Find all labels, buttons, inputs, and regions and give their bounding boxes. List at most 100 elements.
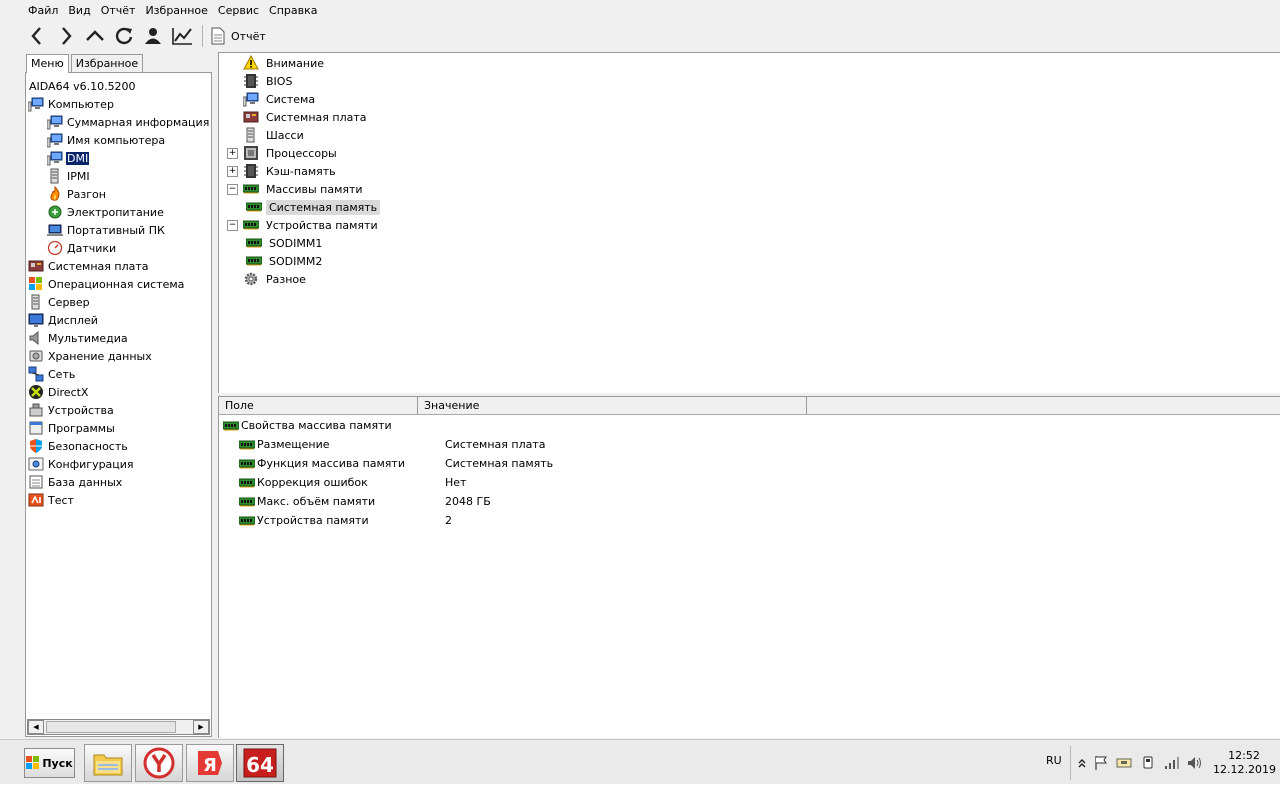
- scroll-right-button[interactable]: ▶: [193, 720, 209, 734]
- dmi-tree-item[interactable]: + Процессоры: [227, 144, 381, 162]
- expand-icon[interactable]: +: [227, 147, 238, 159]
- dmi-tree-item[interactable]: Системная плата: [227, 108, 381, 126]
- motherboard-icon: [28, 258, 44, 274]
- taskbar-yandex[interactable]: Я: [186, 744, 234, 782]
- tab-favorites[interactable]: Избранное: [70, 54, 144, 73]
- dmi-tree-item[interactable]: Разное: [227, 270, 381, 288]
- dmi-tree-item[interactable]: Система: [227, 90, 381, 108]
- menu-file[interactable]: Файл: [22, 0, 63, 22]
- dmi-tree-item[interactable]: Шасси: [227, 126, 381, 144]
- collapse-icon[interactable]: −: [227, 183, 238, 195]
- nav-item[interactable]: Системная плата: [28, 257, 211, 275]
- server-icon: [47, 168, 63, 184]
- scroll-thumb[interactable]: [46, 721, 176, 733]
- nav-item-label: Хранение данных: [48, 349, 152, 363]
- grid-field-cell: Устройства памяти: [239, 513, 445, 529]
- forward-button[interactable]: [51, 23, 80, 49]
- scroll-left-button[interactable]: ◀: [28, 720, 44, 734]
- start-button[interactable]: Пуск: [24, 748, 75, 778]
- nav-item[interactable]: Программы: [28, 419, 211, 437]
- tab-menu[interactable]: Меню: [26, 54, 69, 73]
- keyboard-icon[interactable]: [1116, 755, 1132, 771]
- windows-logo-icon: [26, 756, 40, 769]
- flag-icon[interactable]: [1093, 755, 1109, 771]
- nav-item[interactable]: Имя компьютера: [28, 131, 211, 149]
- nav-item[interactable]: Хранение данных: [28, 347, 211, 365]
- dmi-tree-item[interactable]: + Кэш-память: [227, 162, 381, 180]
- grid-group-row[interactable]: Свойства массива памяти: [219, 416, 1280, 435]
- expand-icon[interactable]: +: [227, 165, 238, 177]
- dmi-tree-item[interactable]: SODIMM2: [227, 252, 381, 270]
- dmi-tree-item[interactable]: BIOS: [227, 72, 381, 90]
- nav-item[interactable]: IPMI: [28, 167, 211, 185]
- nav-item[interactable]: Операционная система: [28, 275, 211, 293]
- column-value[interactable]: Значение: [418, 397, 807, 415]
- nav-item[interactable]: Электропитание: [28, 203, 211, 221]
- nav-item[interactable]: AIDA64 v6.10.5200: [28, 77, 211, 95]
- scroll-track[interactable]: [44, 720, 193, 734]
- nav-item[interactable]: Сеть: [28, 365, 211, 383]
- menu-help[interactable]: Справка: [264, 0, 322, 22]
- dmi-tree-item[interactable]: − Устройства памяти: [227, 216, 381, 234]
- nav-item[interactable]: Безопасность: [28, 437, 211, 455]
- language-indicator[interactable]: RU: [1046, 754, 1062, 767]
- nav-item[interactable]: Сервер: [28, 293, 211, 311]
- grid-row[interactable]: Макс. объём памяти 2048 ГБ: [219, 492, 1280, 511]
- dmi-tree-item[interactable]: − Массивы памяти: [227, 180, 381, 198]
- show-hidden-icon[interactable]: [1074, 755, 1090, 771]
- clock[interactable]: 12:52 12.12.2019: [1213, 749, 1276, 777]
- dmi-tree-item[interactable]: Системная память: [227, 198, 381, 216]
- usb-icon[interactable]: [1140, 755, 1156, 771]
- grid-row[interactable]: Размещение Системная плата: [219, 435, 1280, 454]
- clock-date: 12.12.2019: [1213, 763, 1276, 776]
- nav-item-label: Дисплей: [48, 313, 98, 327]
- nav-item[interactable]: Датчики: [28, 239, 211, 257]
- user-icon: [144, 28, 161, 44]
- nav-item[interactable]: DMI: [28, 149, 211, 167]
- grid-row[interactable]: Устройства памяти 2: [219, 511, 1280, 530]
- nav-item[interactable]: Разгон: [28, 185, 211, 203]
- nav-item[interactable]: Конфигурация: [28, 455, 211, 473]
- gauge-icon: [47, 240, 63, 256]
- nav-item-label: IPMI: [67, 169, 90, 183]
- up-button[interactable]: [80, 23, 109, 49]
- chart-button[interactable]: [167, 23, 196, 49]
- nav-item[interactable]: Мультимедиа: [28, 329, 211, 347]
- nav-item[interactable]: Тест: [28, 491, 211, 509]
- grid-field-label: Макс. объём памяти: [257, 495, 376, 508]
- back-button[interactable]: [22, 23, 51, 49]
- menu-view[interactable]: Вид: [63, 0, 95, 22]
- menu-report[interactable]: Отчёт: [96, 0, 141, 22]
- column-field[interactable]: Поле: [219, 397, 418, 415]
- explorer-icon: [93, 754, 123, 776]
- nav-item[interactable]: DirectX: [28, 383, 211, 401]
- grid-row[interactable]: Коррекция ошибок Нет: [219, 473, 1280, 492]
- taskbar-explorer[interactable]: [84, 744, 132, 782]
- taskbar-yandex-browser[interactable]: [135, 744, 183, 782]
- nav-item[interactable]: Суммарная информация: [28, 113, 211, 131]
- dmi-tree-item[interactable]: Внимание: [227, 54, 381, 72]
- refresh-button[interactable]: [109, 23, 138, 49]
- menu-tools[interactable]: Сервис: [213, 0, 264, 22]
- nav-item[interactable]: База данных: [28, 473, 211, 491]
- menu-favorites[interactable]: Избранное: [140, 0, 212, 22]
- grid-row[interactable]: Функция массива памяти Системная память: [219, 454, 1280, 473]
- signal-icon[interactable]: [1164, 755, 1180, 771]
- monitor-icon: [28, 312, 44, 328]
- taskbar-aida64[interactable]: 64: [236, 744, 284, 782]
- nav-item[interactable]: Портативный ПК: [28, 221, 211, 239]
- dmi-tree-item[interactable]: SODIMM1: [227, 234, 381, 252]
- computer-icon: [28, 96, 44, 112]
- dmi-tree-label: Внимание: [266, 56, 325, 70]
- report-button[interactable]: Отчёт: [209, 27, 266, 45]
- volume-icon[interactable]: [1187, 755, 1203, 771]
- nav-item[interactable]: Компьютер: [28, 95, 211, 113]
- nav-item[interactable]: Устройства: [28, 401, 211, 419]
- user-button[interactable]: [138, 23, 167, 49]
- horizontal-scrollbar[interactable]: ◀ ▶: [27, 719, 210, 735]
- nav-item[interactable]: Дисплей: [28, 311, 211, 329]
- dmi-tree-label: Система: [266, 92, 316, 106]
- toolbar: Отчёт: [22, 22, 1280, 50]
- collapse-icon[interactable]: −: [227, 219, 238, 231]
